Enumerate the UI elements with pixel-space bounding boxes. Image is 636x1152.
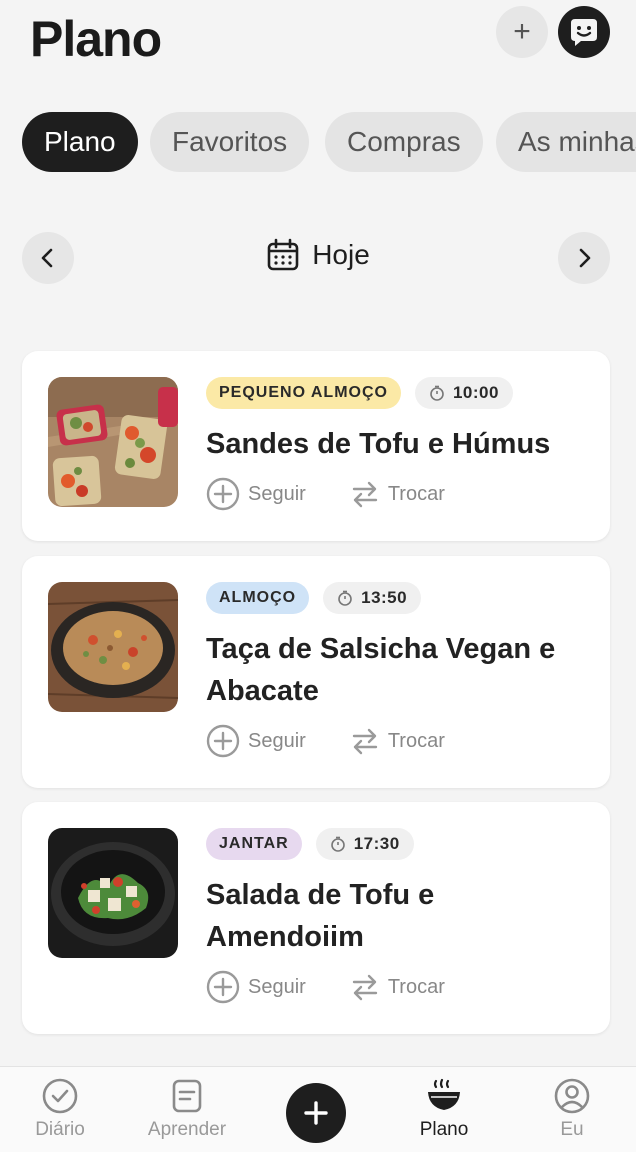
meal-time: 13:50 bbox=[361, 588, 408, 607]
nav-eu[interactable]: Eu bbox=[517, 1077, 627, 1141]
meal-card[interactable]: JANTAR 17:30 Salada de Tofu e Amendoiim … bbox=[22, 802, 610, 1034]
meal-photo-bowl bbox=[48, 582, 178, 712]
follow-label: Seguir bbox=[248, 975, 306, 998]
bowl-icon bbox=[428, 1078, 460, 1110]
follow-label: Seguir bbox=[248, 729, 306, 752]
nav-label: Eu bbox=[560, 1119, 584, 1140]
swap-arrows-icon bbox=[352, 728, 378, 755]
nav-plano[interactable]: Plano bbox=[389, 1077, 499, 1141]
assistant-button[interactable] bbox=[558, 6, 610, 58]
meal-details: PEQUENO ALMOÇO 10:00 Sandes de Tofu e Hú… bbox=[206, 377, 590, 511]
plus-icon bbox=[304, 1101, 328, 1125]
next-day-button[interactable] bbox=[558, 232, 610, 284]
check-circle-icon bbox=[42, 1078, 78, 1114]
date-navigator: Hoje bbox=[0, 230, 636, 286]
page-title: Plano bbox=[30, 11, 162, 67]
follow-label: Seguir bbox=[248, 482, 306, 505]
plus-circle-icon bbox=[206, 477, 240, 511]
swap-arrows-icon bbox=[352, 974, 378, 1001]
nav-diario[interactable]: Diário bbox=[5, 1077, 115, 1141]
nav-aprender[interactable]: Aprender bbox=[132, 1077, 242, 1141]
meal-title[interactable]: Salada de Tofu e Amendoiim bbox=[206, 874, 590, 958]
swap-arrows-icon bbox=[352, 481, 378, 508]
document-icon bbox=[172, 1079, 202, 1113]
plus-circle-icon bbox=[206, 970, 240, 1004]
plus-icon: + bbox=[513, 15, 531, 48]
tab-bar: Plano Favoritos Compras As minhas receit… bbox=[0, 112, 636, 174]
meal-category-badge: ALMOÇO bbox=[206, 582, 310, 614]
follow-button[interactable]: Seguir bbox=[206, 724, 306, 758]
tab-my-recipes[interactable]: As minhas receitas bbox=[496, 112, 636, 172]
chat-bot-icon bbox=[571, 19, 597, 46]
swap-button[interactable]: Trocar bbox=[350, 726, 445, 756]
swap-label: Trocar bbox=[387, 729, 445, 752]
swap-label: Trocar bbox=[387, 482, 445, 505]
add-button[interactable]: + bbox=[496, 6, 548, 58]
swap-button[interactable]: Trocar bbox=[350, 972, 445, 1002]
date-selector[interactable]: Hoje bbox=[0, 238, 636, 272]
nav-label: Aprender bbox=[147, 1119, 227, 1140]
meal-title[interactable]: Sandes de Tofu e Húmus bbox=[206, 423, 590, 465]
meal-details: JANTAR 17:30 Salada de Tofu e Amendoiim … bbox=[206, 828, 590, 1004]
date-label: Hoje bbox=[312, 239, 370, 270]
meal-category-badge: PEQUENO ALMOÇO bbox=[206, 377, 401, 409]
meal-time-badge: 17:30 bbox=[315, 828, 414, 860]
stopwatch-icon bbox=[330, 836, 345, 852]
meal-time-badge: 10:00 bbox=[414, 377, 513, 409]
follow-button[interactable]: Seguir bbox=[206, 970, 306, 1004]
meal-photo-toast bbox=[48, 377, 178, 507]
bottom-navigation: Diário Aprender Plano Eu bbox=[0, 1066, 636, 1152]
meal-category-badge: JANTAR bbox=[206, 828, 302, 860]
user-circle-icon bbox=[554, 1078, 590, 1114]
meal-details: ALMOÇO 13:50 Taça de Salsicha Vegan e Ab… bbox=[206, 582, 590, 758]
meal-time-badge: 13:50 bbox=[323, 582, 422, 614]
meal-time: 17:30 bbox=[353, 834, 400, 853]
chevron-right-icon bbox=[579, 248, 591, 268]
meal-card[interactable]: ALMOÇO 13:50 Taça de Salsicha Vegan e Ab… bbox=[22, 556, 610, 788]
nav-label: Diário bbox=[35, 1119, 85, 1140]
meal-photo-salad bbox=[48, 828, 178, 958]
meal-title[interactable]: Taça de Salsicha Vegan e Abacate bbox=[206, 628, 590, 712]
tab-compras[interactable]: Compras bbox=[325, 112, 483, 172]
meal-time: 10:00 bbox=[452, 383, 499, 402]
tab-plano[interactable]: Plano bbox=[22, 112, 138, 172]
nav-label: Plano bbox=[419, 1119, 469, 1140]
header: Plano + bbox=[0, 0, 636, 80]
calendar-icon bbox=[267, 238, 299, 271]
meal-card[interactable]: PEQUENO ALMOÇO 10:00 Sandes de Tofu e Hú… bbox=[22, 351, 610, 541]
plus-circle-icon bbox=[206, 724, 240, 758]
swap-button[interactable]: Trocar bbox=[350, 479, 445, 509]
swap-label: Trocar bbox=[387, 975, 445, 998]
follow-button[interactable]: Seguir bbox=[206, 477, 306, 511]
add-entry-button[interactable] bbox=[286, 1083, 346, 1143]
stopwatch-icon bbox=[430, 385, 444, 401]
tab-favoritos[interactable]: Favoritos bbox=[150, 112, 310, 172]
stopwatch-icon bbox=[338, 590, 352, 606]
